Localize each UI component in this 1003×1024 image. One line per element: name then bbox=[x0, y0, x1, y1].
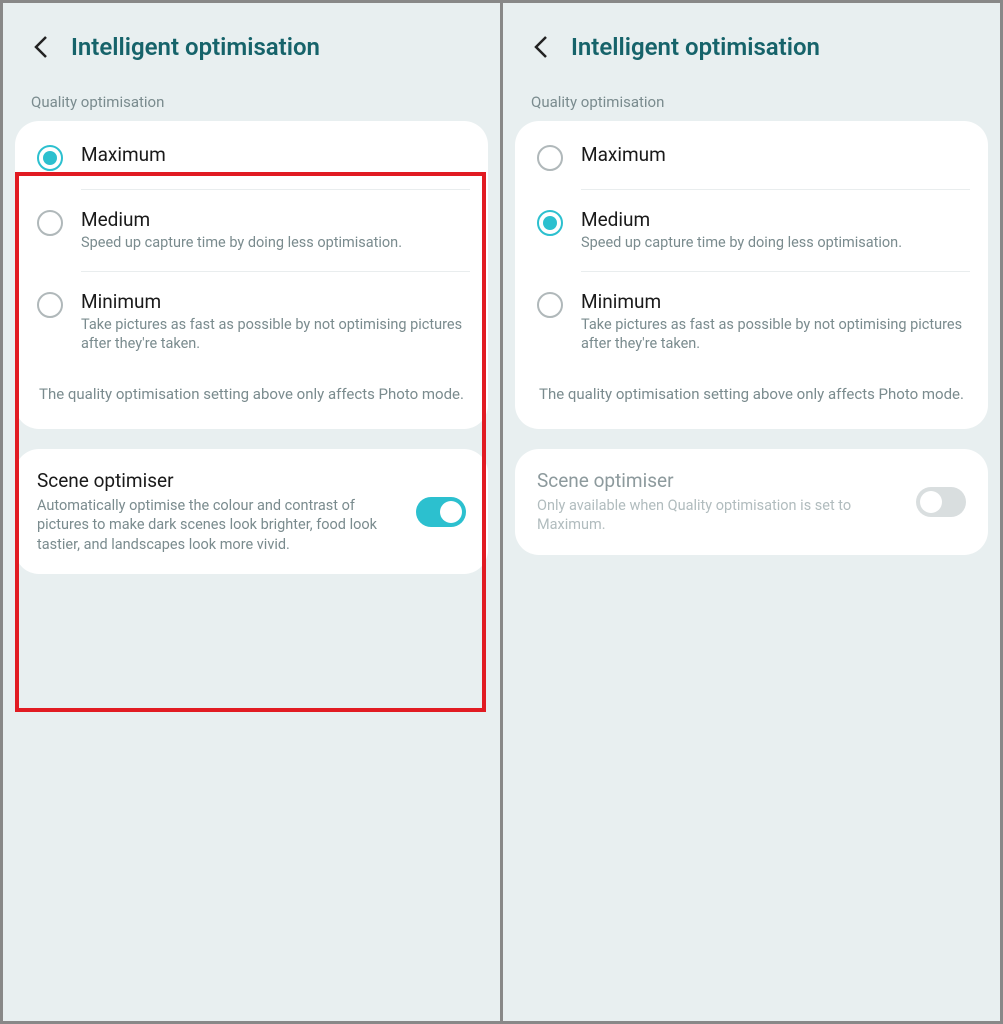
radio-option-minimum[interactable]: Minimum Take pictures as fast as possibl… bbox=[15, 272, 488, 372]
quality-options-card: Maximum Medium Speed up capture time by … bbox=[15, 121, 488, 429]
right-panel: Intelligent optimisation Quality optimis… bbox=[503, 3, 1000, 1021]
page-title: Intelligent optimisation bbox=[571, 33, 820, 61]
radio-option-medium[interactable]: Medium Speed up capture time by doing le… bbox=[15, 190, 488, 271]
header: Intelligent optimisation bbox=[503, 3, 1000, 87]
section-label: Quality optimisation bbox=[3, 87, 500, 121]
radio-desc: Take pictures as fast as possible by not… bbox=[581, 315, 966, 354]
radio-option-maximum[interactable]: Maximum bbox=[515, 125, 988, 189]
radio-icon bbox=[537, 292, 563, 318]
scene-title: Scene optimiser bbox=[537, 469, 906, 492]
radio-option-minimum[interactable]: Minimum Take pictures as fast as possibl… bbox=[515, 272, 988, 372]
radio-desc: Speed up capture time by doing less opti… bbox=[81, 233, 466, 253]
radio-title: Maximum bbox=[581, 143, 966, 166]
radio-option-maximum[interactable]: Maximum bbox=[15, 125, 488, 189]
quality-options-card: Maximum Medium Speed up capture time by … bbox=[515, 121, 988, 429]
scene-optimiser-card[interactable]: Scene optimiser Automatically optimise t… bbox=[15, 449, 488, 575]
radio-option-medium[interactable]: Medium Speed up capture time by doing le… bbox=[515, 190, 988, 271]
radio-icon bbox=[37, 292, 63, 318]
radio-icon bbox=[537, 210, 563, 236]
radio-title: Maximum bbox=[81, 143, 466, 166]
radio-icon bbox=[37, 210, 63, 236]
card-note: The quality optimisation setting above o… bbox=[515, 372, 988, 425]
scene-title: Scene optimiser bbox=[37, 469, 406, 492]
radio-icon bbox=[37, 145, 63, 171]
scene-optimiser-card[interactable]: Scene optimiser Only available when Qual… bbox=[515, 449, 988, 555]
back-button[interactable] bbox=[23, 29, 59, 65]
scene-toggle[interactable] bbox=[916, 487, 966, 517]
radio-title: Medium bbox=[581, 208, 966, 231]
header: Intelligent optimisation bbox=[3, 3, 500, 87]
scene-toggle[interactable] bbox=[416, 497, 466, 527]
radio-title: Minimum bbox=[81, 290, 466, 313]
left-panel: Intelligent optimisation Quality optimis… bbox=[3, 3, 500, 1021]
radio-desc: Take pictures as fast as possible by not… bbox=[81, 315, 466, 354]
section-label: Quality optimisation bbox=[503, 87, 1000, 121]
card-note: The quality optimisation setting above o… bbox=[15, 372, 488, 425]
radio-icon bbox=[537, 145, 563, 171]
chevron-left-icon bbox=[32, 33, 50, 61]
back-button[interactable] bbox=[523, 29, 559, 65]
radio-title: Medium bbox=[81, 208, 466, 231]
scene-desc: Only available when Quality optimisation… bbox=[537, 496, 906, 535]
page-title: Intelligent optimisation bbox=[71, 33, 320, 61]
radio-desc: Speed up capture time by doing less opti… bbox=[581, 233, 966, 253]
scene-desc: Automatically optimise the colour and co… bbox=[37, 496, 406, 555]
chevron-left-icon bbox=[532, 33, 550, 61]
radio-title: Minimum bbox=[581, 290, 966, 313]
